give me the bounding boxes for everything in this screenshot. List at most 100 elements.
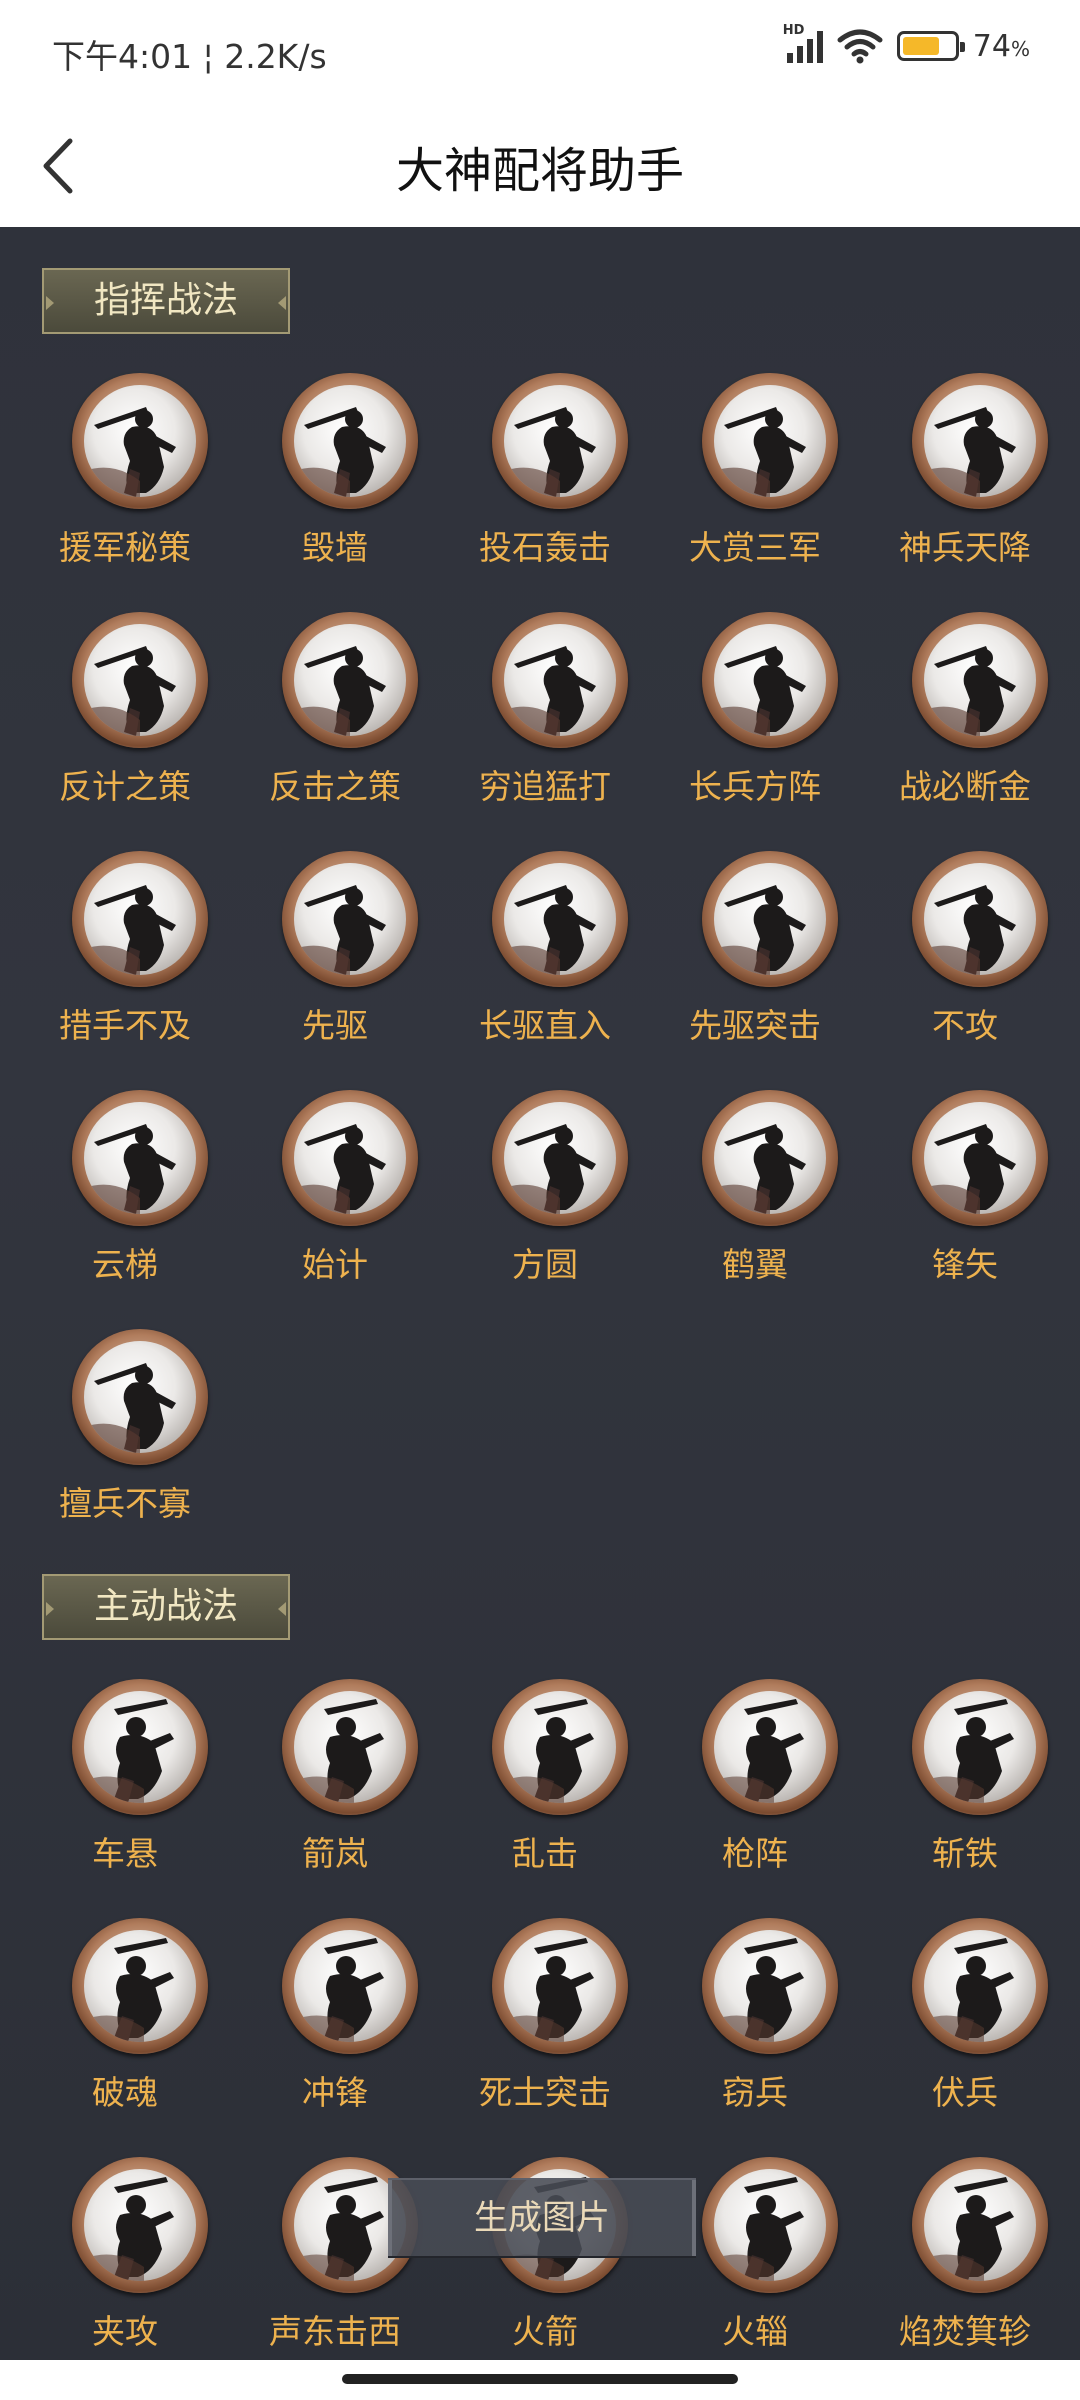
signal-icon: HD	[783, 23, 823, 63]
tactic-item[interactable]: 死士突击	[440, 1918, 650, 2138]
battery-icon	[896, 31, 965, 61]
tactic-item[interactable]: 大赏三军	[650, 373, 860, 593]
wifi-icon	[837, 29, 883, 64]
tactic-portrait-icon	[492, 1679, 628, 1815]
tactic-item[interactable]: 夹攻	[20, 2157, 230, 2360]
tactics-content[interactable]: 指挥战法 援军秘策 毁墙 投石轰击 大赏三军 神兵天降 反计之策 反击之策 穷追猛打 长兵方阵 战…	[0, 227, 1080, 2360]
tactic-label: 毁墙	[302, 528, 368, 567]
tactic-label: 大赏三军	[689, 528, 821, 567]
tactic-portrait-icon	[282, 373, 418, 509]
tactic-label: 死士突击	[479, 2073, 611, 2112]
tactic-label: 擅兵不寡	[59, 1484, 191, 1523]
tactic-portrait-icon	[282, 1090, 418, 1226]
tactic-item[interactable]: 穷追猛打	[440, 612, 650, 832]
tactic-portrait-icon	[912, 1918, 1048, 2054]
tactic-label: 投石轰击	[479, 528, 611, 567]
tactic-item[interactable]: 箭岚	[230, 1679, 440, 1899]
navigation-bar	[0, 2360, 1080, 2400]
tactic-item[interactable]: 冲锋	[230, 1918, 440, 2138]
tactic-label: 援军秘策	[59, 528, 191, 567]
tactic-label: 冲锋	[302, 2073, 368, 2112]
tactic-portrait-icon	[492, 851, 628, 987]
tactic-item[interactable]: 援军秘策	[20, 373, 230, 593]
tactic-label: 鹤翼	[722, 1245, 788, 1284]
tactic-label: 锋矢	[932, 1245, 998, 1284]
tactic-portrait-icon	[72, 612, 208, 748]
tactic-portrait-icon	[912, 851, 1048, 987]
tactic-portrait-icon	[702, 2157, 838, 2293]
tactic-item[interactable]: 始计	[230, 1090, 440, 1310]
tactic-label: 火箭	[512, 2312, 578, 2351]
tactic-label: 不攻	[932, 1006, 998, 1045]
tactic-item[interactable]: 乱击	[440, 1679, 650, 1899]
tactic-item[interactable]: 反计之策	[20, 612, 230, 832]
tactic-portrait-icon	[72, 1329, 208, 1465]
tactic-portrait-icon	[702, 1090, 838, 1226]
tactic-item[interactable]: 焰焚箕轸	[860, 2157, 1070, 2360]
tactic-item[interactable]: 毁墙	[230, 373, 440, 593]
tactic-label: 长兵方阵	[689, 767, 821, 806]
tactic-label: 神兵天降	[899, 528, 1031, 567]
tactic-item[interactable]: 车悬	[20, 1679, 230, 1899]
tactic-item[interactable]: 长驱直入	[440, 851, 650, 1071]
tactic-label: 长驱直入	[479, 1006, 611, 1045]
generate-image-button[interactable]: 生成图片	[388, 2178, 696, 2258]
tactic-portrait-icon	[72, 1918, 208, 2054]
tactic-portrait-icon	[282, 1918, 418, 2054]
tactic-item[interactable]: 窃兵	[650, 1918, 860, 2138]
tactic-item[interactable]: 先驱	[230, 851, 440, 1071]
tactic-portrait-icon	[702, 851, 838, 987]
tactic-item[interactable]: 擅兵不寡	[20, 1329, 230, 1549]
tactic-label: 声东击西	[269, 2312, 401, 2351]
tactic-label: 战必断金	[899, 767, 1031, 806]
tactic-portrait-icon	[492, 1918, 628, 2054]
tactic-item[interactable]: 鹤翼	[650, 1090, 860, 1310]
tactic-item[interactable]: 斩铁	[860, 1679, 1070, 1899]
tactic-label: 破魂	[92, 2073, 158, 2112]
tactic-item[interactable]: 反击之策	[230, 612, 440, 832]
tactic-label: 箭岚	[302, 1834, 368, 1873]
tactic-item[interactable]: 锋矢	[860, 1090, 1070, 1310]
tactic-item[interactable]: 不攻	[860, 851, 1070, 1071]
tactic-item[interactable]: 先驱突击	[650, 851, 860, 1071]
home-indicator[interactable]	[342, 2374, 738, 2384]
tactic-portrait-icon	[702, 1679, 838, 1815]
status-bar: 下午4:01 ¦ 2.2K/s HD 74%	[0, 0, 1080, 105]
status-time: 下午4:01 ¦ 2.2K/s	[52, 37, 327, 76]
tactic-portrait-icon	[912, 1090, 1048, 1226]
tactic-label: 夹攻	[92, 2312, 158, 2351]
tactic-label: 火辎	[722, 2312, 788, 2351]
tactic-portrait-icon	[282, 612, 418, 748]
tactic-item[interactable]: 伏兵	[860, 1918, 1070, 2138]
tactic-label: 伏兵	[932, 2073, 998, 2112]
tactic-item[interactable]: 战必断金	[860, 612, 1070, 832]
app-header: 大神配将助手	[0, 105, 1080, 227]
tactic-portrait-icon	[72, 373, 208, 509]
network-tag: HD	[782, 23, 805, 38]
page-title: 大神配将助手	[395, 143, 684, 199]
tactic-portrait-icon	[702, 1918, 838, 2054]
tactic-portrait-icon	[702, 612, 838, 748]
tactic-portrait-icon	[912, 612, 1048, 748]
tactic-item[interactable]: 枪阵	[650, 1679, 860, 1899]
tactic-portrait-icon	[72, 1090, 208, 1226]
tactic-label: 先驱	[302, 1006, 368, 1045]
tactic-portrait-icon	[492, 373, 628, 509]
tactic-portrait-icon	[912, 1679, 1048, 1815]
tactic-portrait-icon	[912, 373, 1048, 509]
tactic-item[interactable]: 方圆	[440, 1090, 650, 1310]
tactic-item[interactable]: 措手不及	[20, 851, 230, 1071]
tactic-label: 乱击	[512, 1834, 578, 1873]
tactic-item[interactable]: 神兵天降	[860, 373, 1070, 593]
tactic-item[interactable]: 长兵方阵	[650, 612, 860, 832]
tactic-portrait-icon	[72, 1679, 208, 1815]
tactic-label: 焰焚箕轸	[899, 2312, 1031, 2351]
tactic-label: 车悬	[92, 1834, 158, 1873]
tactic-item[interactable]: 破魂	[20, 1918, 230, 2138]
tactic-label: 云梯	[92, 1245, 158, 1284]
tactic-item[interactable]: 投石轰击	[440, 373, 650, 593]
tactic-label: 措手不及	[59, 1006, 191, 1045]
tactic-item[interactable]: 云梯	[20, 1090, 230, 1310]
tactic-label: 先驱突击	[689, 1006, 821, 1045]
tactic-portrait-icon	[72, 2157, 208, 2293]
